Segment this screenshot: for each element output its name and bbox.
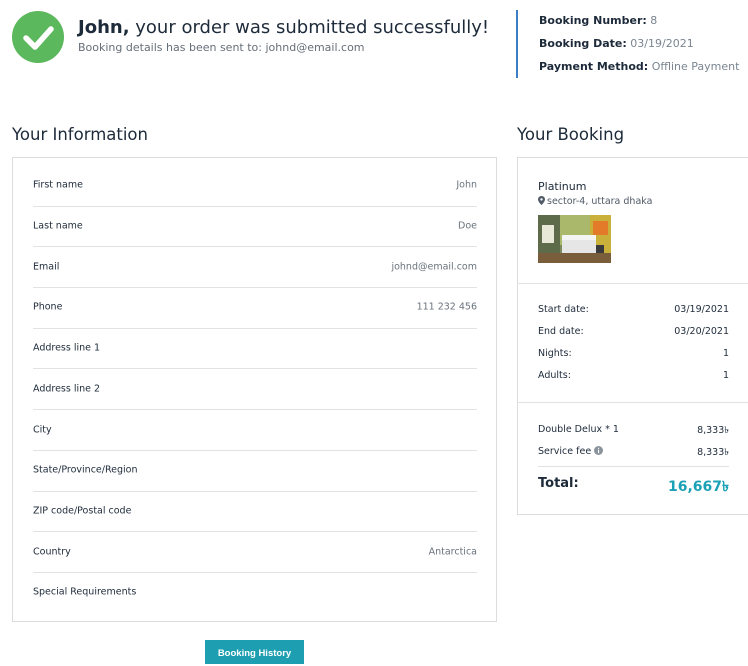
total-divider xyxy=(538,466,729,467)
hotel-name: Platinum xyxy=(538,180,587,193)
charge-value: 8,333৳ xyxy=(697,425,729,436)
charge-label: Service fee xyxy=(538,446,604,457)
charge-value: 8,333৳ xyxy=(697,447,729,458)
booking-number-value: 8 xyxy=(650,14,658,27)
info-row-email: Email johnd@email.com xyxy=(33,246,477,289)
email-sent-notice: Booking details has been sent to: johnd@… xyxy=(78,41,365,54)
info-value: Doe xyxy=(458,220,477,232)
hotel-room-photo[interactable] xyxy=(538,215,611,263)
info-label: City xyxy=(33,424,52,436)
booking-number-label: Booking Number: xyxy=(539,14,647,27)
booking-divider xyxy=(518,283,748,284)
info-label: Country xyxy=(33,546,71,558)
booking-date-value: 03/19/2021 xyxy=(630,37,694,50)
hotel-location: sector-4, uttara dhaka xyxy=(538,196,652,207)
booking-end-date: End date: 03/20/2021 xyxy=(538,326,729,340)
booking-row-label: Adults: xyxy=(538,370,571,381)
booking-row-label: Nights: xyxy=(538,348,572,359)
booking-row-label: Start date: xyxy=(538,304,589,315)
booking-date: Booking Date: 03/19/2021 xyxy=(539,37,694,50)
information-card: First name John Last name Doe Email john… xyxy=(12,157,497,622)
service-fee-text: Service fee xyxy=(538,446,592,457)
info-row-zip: ZIP code/Postal code xyxy=(33,491,477,533)
info-icon[interactable] xyxy=(594,446,604,455)
info-value: Antarctica xyxy=(428,546,477,558)
booking-start-date: Start date: 03/19/2021 xyxy=(538,304,729,318)
booking-row-label: End date: xyxy=(538,326,584,337)
info-row-state: State/Province/Region xyxy=(33,450,477,492)
booking-date-label: Booking Date: xyxy=(539,37,627,50)
your-booking-title: Your Booking xyxy=(517,125,625,144)
info-label: Special Requirements xyxy=(33,586,137,598)
total-label: Total: xyxy=(538,476,579,491)
info-label: Address line 1 xyxy=(33,342,101,354)
info-value: John xyxy=(456,179,477,191)
info-label: Last name xyxy=(33,220,83,232)
charge-service-fee: Service fee 8,333৳ xyxy=(538,446,729,460)
info-row-phone: Phone 111 232 456 xyxy=(33,287,477,329)
booking-divider xyxy=(518,402,748,403)
payment-method-label: Payment Method: xyxy=(539,60,649,73)
total-value: 16,667৳ xyxy=(668,479,729,495)
success-title: John, your order was submitted successfu… xyxy=(78,17,489,38)
payment-method-value: Offline Payment xyxy=(651,60,740,73)
info-label: State/Province/Region xyxy=(33,464,138,476)
booking-row-value: 03/19/2021 xyxy=(674,304,729,315)
info-label: First name xyxy=(33,179,83,191)
info-row-first-name: First name John xyxy=(33,165,477,207)
info-label: ZIP code/Postal code xyxy=(33,505,132,517)
info-label: Address line 2 xyxy=(33,383,101,395)
info-value: 111 232 456 xyxy=(416,301,477,313)
booking-row-value: 1 xyxy=(722,348,729,359)
success-message: your order was submitted successfully! xyxy=(129,17,490,38)
success-check-icon xyxy=(12,11,64,63)
payment-method: Payment Method: Offline Payment xyxy=(539,60,739,73)
info-label: Phone xyxy=(33,301,63,313)
booking-row-value: 03/20/2021 xyxy=(674,326,729,337)
info-row-last-name: Last name Doe xyxy=(33,206,477,248)
booking-row-value: 1 xyxy=(722,370,729,381)
map-pin-icon xyxy=(538,196,545,205)
info-row-country: Country Antarctica xyxy=(33,531,477,573)
booking-adults: Adults: 1 xyxy=(538,370,729,384)
meta-accent-bar xyxy=(516,10,518,78)
booking-history-button[interactable]: Booking History xyxy=(205,640,304,664)
info-label: Email xyxy=(33,261,60,273)
hotel-location-text: sector-4, uttara dhaka xyxy=(547,196,653,207)
info-row-address-2: Address line 2 xyxy=(33,369,477,411)
user-name: John, xyxy=(78,17,130,38)
booking-number: Booking Number: 8 xyxy=(539,14,657,27)
charge-room: Double Delux * 1 8,333৳ xyxy=(538,424,729,438)
charge-label: Double Delux * 1 xyxy=(538,424,619,435)
info-row-address-1: Address line 1 xyxy=(33,328,477,370)
info-row-special-requirements: Special Requirements xyxy=(33,572,477,613)
your-information-title: Your Information xyxy=(12,125,148,144)
booking-nights: Nights: 1 xyxy=(538,348,729,362)
info-row-city: City xyxy=(33,409,477,451)
info-value: johnd@email.com xyxy=(391,261,477,273)
